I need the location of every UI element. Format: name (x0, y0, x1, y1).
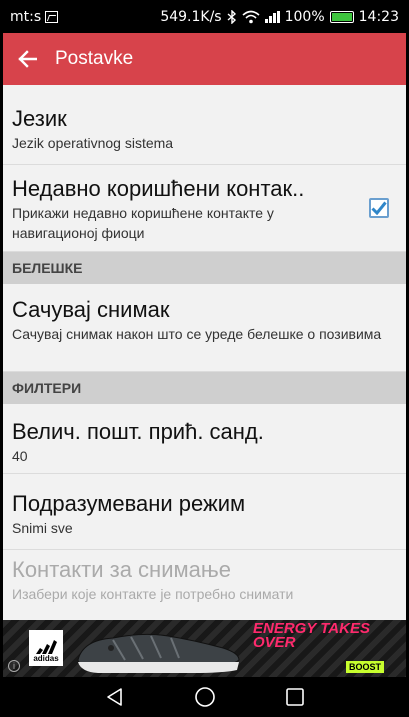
arrow-left-icon (18, 50, 37, 68)
status-bar: mt:s 549.1K/s 100% 14:23 (0, 0, 409, 33)
section-header-notes: БЕЛЕШКЕ (3, 252, 406, 284)
back-triangle-icon[interactable] (105, 687, 125, 707)
info-icon[interactable]: i (8, 660, 20, 672)
pref-language-summary: Jezik operativnog sistema (12, 135, 174, 151)
wifi-icon (242, 10, 260, 23)
signal-icon (264, 10, 280, 23)
bluetooth-icon (227, 9, 236, 24)
shoe-image (77, 633, 240, 673)
back-button[interactable] (3, 33, 51, 85)
settings-list[interactable]: Језик Jezik operativnog sistema Недавно … (3, 85, 406, 620)
battery-icon (329, 10, 354, 23)
pref-contacts-to-record-title: Контакти за снимање (12, 557, 231, 582)
battery-percent: 100% (284, 8, 325, 25)
pref-default-mode[interactable]: Подразумевани режим Snimi sve (3, 474, 406, 550)
ad-banner[interactable]: adidas ENERGY TAKES OVER BOOST i (3, 620, 406, 677)
ad-slogan: ENERGY TAKES OVER (253, 620, 370, 651)
pref-language[interactable]: Језик Jezik operativnog sistema (3, 85, 406, 165)
adidas-stripes-icon (36, 640, 57, 654)
pref-contacts-to-record-summary: Изабери које контакте је потребно снимат… (12, 586, 294, 602)
pref-max-size-summary: 40 (12, 448, 28, 464)
pref-default-mode-summary: Snimi sve (12, 520, 73, 536)
checkmark-icon (371, 201, 387, 215)
page-title: Postavke (55, 48, 134, 69)
pref-contacts-to-record: Контакти за снимање Изабери које контакт… (3, 550, 406, 620)
pref-recent-contacts-summary: Прикажи недавно коришћене контакте у нав… (12, 205, 274, 241)
carrier-label: mt:s (10, 8, 42, 25)
app-bar: Postavke (3, 33, 406, 85)
adidas-logo: adidas (29, 630, 63, 666)
clock: 14:23 (358, 8, 399, 25)
ad-brand: adidas (33, 654, 59, 663)
pref-max-size-title: Велич. пошт. прић. санд. (12, 419, 264, 444)
section-header-filters: ФИЛТЕРИ (3, 372, 406, 404)
recents-square-icon[interactable] (285, 687, 305, 707)
pref-save-recording-summary: Сачувај снимак након што се уреде белешк… (12, 326, 382, 342)
pref-save-recording[interactable]: Сачувај снимак Сачувај снимак након што … (3, 284, 406, 372)
gallery-icon (45, 10, 59, 23)
navigation-bar (0, 677, 409, 717)
pref-recent-contacts-title: Недавно коришћени контак.. (12, 176, 305, 201)
pref-save-recording-title: Сачувај снимак (12, 297, 170, 322)
pref-language-title: Језик (12, 106, 67, 131)
pref-max-size[interactable]: Велич. пошт. прић. санд. 40 (3, 404, 406, 474)
pref-default-mode-title: Подразумевани режим (12, 491, 246, 516)
network-speed: 549.1K/s (160, 8, 222, 25)
ad-boost-tag: BOOST (345, 661, 384, 673)
home-circle-icon[interactable] (194, 686, 216, 708)
pref-recent-contacts[interactable]: Недавно коришћени контак.. Прикажи недав… (3, 165, 406, 252)
recent-contacts-checkbox[interactable] (369, 198, 389, 218)
